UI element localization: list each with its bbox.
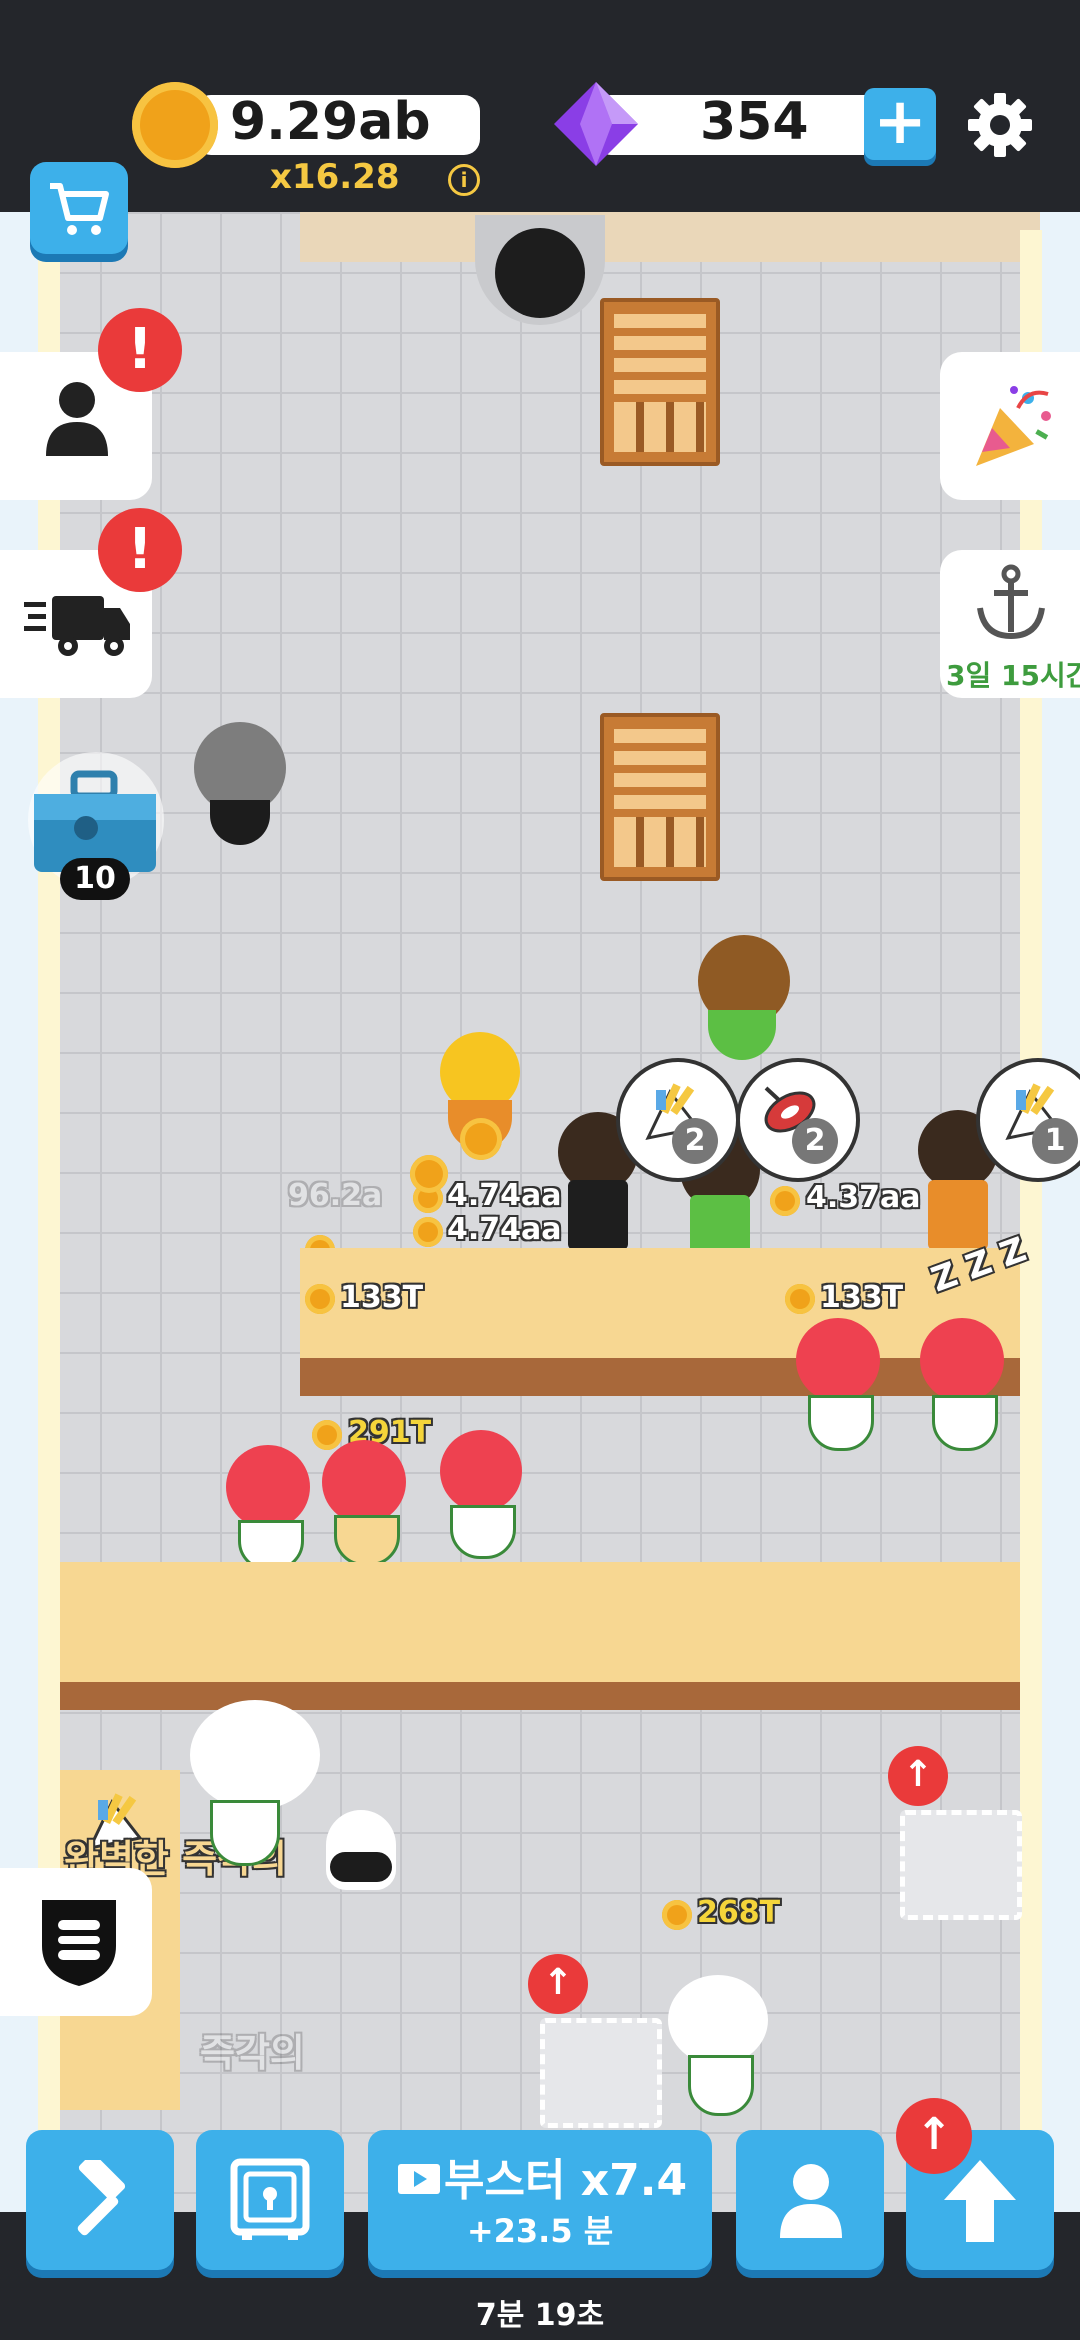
waiter-body <box>932 1395 998 1451</box>
coin-icon <box>413 1217 443 1247</box>
info-icon[interactable]: i <box>448 164 480 196</box>
manager-button[interactable] <box>736 2130 884 2270</box>
pickup-value: 4.37aa <box>806 1180 921 1215</box>
waiter-body <box>450 1505 516 1559</box>
booster-button[interactable]: 부스터 x7.4 +23.5 분 <box>368 2130 712 2270</box>
hammer-icon <box>77 2160 126 2236</box>
person-icon <box>46 382 108 456</box>
person-icon <box>780 2164 842 2238</box>
safe-icon <box>230 2158 310 2240</box>
add-gems-button[interactable]: + <box>864 88 936 160</box>
entrance-hole <box>495 228 585 318</box>
coin-icon[interactable] <box>410 1155 448 1193</box>
menu-button[interactable] <box>0 1868 152 2016</box>
dish-quality-text-faded: 즉각의 <box>200 2031 305 2075</box>
outer-area-right <box>1040 212 1080 2212</box>
chef-hat <box>668 1975 768 2065</box>
booster-timer: 7분 19초 <box>475 2298 605 2333</box>
income-multiplier: x16.28 <box>270 157 400 197</box>
pickup-value: 4.74aa <box>447 1212 562 1247</box>
coin-icon <box>662 1900 692 1930</box>
pickup-value: 4.74aa <box>447 1178 562 1213</box>
up-arrow-icon <box>944 2160 1016 2242</box>
waiter[interactable] <box>322 1440 406 1524</box>
top-bar: 9.29ab x16.28 i 354 + <box>0 0 1080 212</box>
order-count: 1 <box>1032 1118 1078 1164</box>
toolbox-count: 10 <box>60 858 130 900</box>
booster-duration: +23.5 분 <box>466 2212 614 2250</box>
service-counter-edge <box>300 1358 1020 1396</box>
pickup-value-faded: 96.2a <box>288 1178 383 1213</box>
anchor-icon <box>977 564 1045 640</box>
chef-earnings: 268T <box>697 1895 781 1930</box>
empty-station-slot[interactable] <box>900 1810 1022 1920</box>
order-count: 2 <box>672 1118 718 1164</box>
panda-mask <box>330 1852 392 1882</box>
waiter[interactable] <box>920 1318 1004 1402</box>
coin-icon[interactable] <box>460 1118 502 1160</box>
empty-station-slot[interactable] <box>540 2018 662 2128</box>
party-popper-icon <box>976 386 1051 466</box>
gem-amount: 354 <box>700 92 809 152</box>
waiter[interactable] <box>226 1445 310 1529</box>
coin-icon <box>770 1186 800 1216</box>
burger-shield-icon <box>42 1900 116 1986</box>
waiter[interactable] <box>796 1318 880 1402</box>
coin-icon <box>132 82 218 168</box>
coin-amount: 9.29ab <box>230 92 431 152</box>
queue-customer-body <box>690 1195 750 1255</box>
staff-alert-badge: ! <box>98 308 182 392</box>
upgrade-arrow-icon[interactable]: ↑ <box>888 1746 948 1806</box>
booster-label: 부스터 x7.4 <box>444 2155 688 2206</box>
anchor-event-timer: 3일 15시간 <box>946 659 1080 692</box>
chef-hat <box>190 1700 320 1810</box>
kitchen-counter-edge <box>60 1682 1020 1710</box>
anchor-event-button[interactable]: 3일 15시간 <box>940 550 1080 698</box>
chef-body <box>688 2055 754 2116</box>
cart-icon <box>50 183 109 235</box>
back-wall <box>300 212 1040 262</box>
wall-right <box>1020 230 1042 2210</box>
kitchen-counter <box>60 1562 1020 1682</box>
delivery-truck-icon <box>24 596 130 656</box>
waiter[interactable] <box>440 1430 522 1512</box>
shop-cart-button[interactable] <box>30 162 128 254</box>
order-count: 2 <box>792 1118 838 1164</box>
coin-icon <box>312 1420 342 1450</box>
chef-body <box>210 1800 280 1866</box>
delivery-alert-badge: ! <box>98 508 182 592</box>
coin-icon <box>305 1284 335 1314</box>
counter-earnings: 133T <box>820 1280 904 1315</box>
party-event-button[interactable] <box>940 352 1080 500</box>
counter-earnings: 133T <box>340 1280 424 1315</box>
gem-icon <box>554 82 638 166</box>
storage-shelf[interactable] <box>600 298 720 466</box>
build-button[interactable] <box>26 2130 174 2270</box>
queue-customer-body <box>568 1180 628 1250</box>
vault-button[interactable] <box>196 2130 344 2270</box>
order-bubble: 2 <box>616 1058 740 1182</box>
order-bubble: 2 <box>736 1058 860 1182</box>
coin-icon <box>785 1284 815 1314</box>
settings-gear-icon[interactable] <box>965 90 1035 160</box>
queue-customer-body <box>928 1180 988 1250</box>
upgrade-available-icon: ↑ <box>896 2098 972 2174</box>
storage-shelf[interactable] <box>600 713 720 881</box>
upgrade-arrow-icon[interactable]: ↑ <box>528 1954 588 2014</box>
waiter-body <box>808 1395 874 1451</box>
video-ad-icon <box>398 2164 440 2194</box>
